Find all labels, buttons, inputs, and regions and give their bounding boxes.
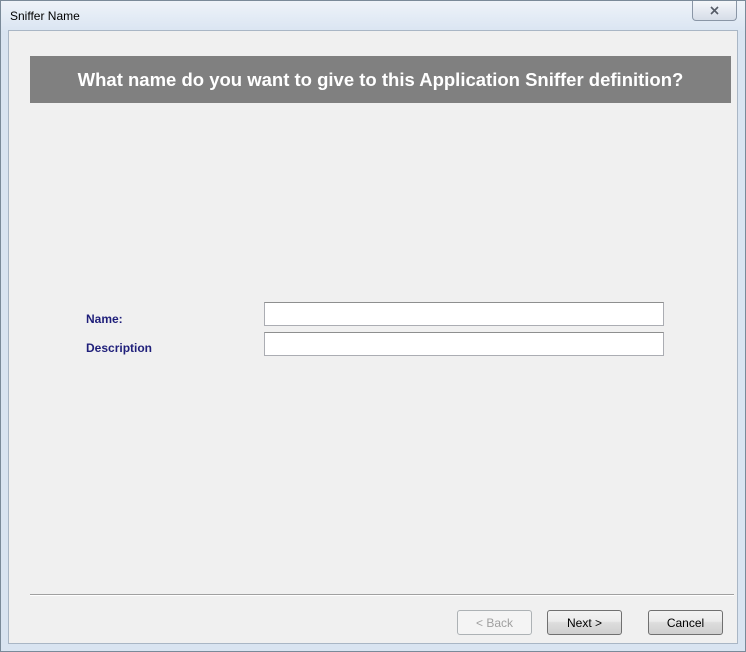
name-label: Name: <box>86 312 123 326</box>
description-label: Description <box>86 341 153 355</box>
header-banner: What name do you want to give to this Ap… <box>30 56 731 103</box>
next-button[interactable]: Next > <box>547 610 622 635</box>
back-button[interactable]: < Back <box>457 610 532 635</box>
close-button[interactable] <box>692 1 737 21</box>
title-bar[interactable]: Sniffer Name <box>1 1 745 31</box>
description-input[interactable] <box>264 332 664 356</box>
cancel-button[interactable]: Cancel <box>648 610 723 635</box>
window-title: Sniffer Name <box>10 9 80 23</box>
name-input[interactable] <box>264 302 664 326</box>
close-icon <box>710 6 719 15</box>
footer-separator <box>30 594 734 596</box>
header-title: What name do you want to give to this Ap… <box>77 68 684 90</box>
